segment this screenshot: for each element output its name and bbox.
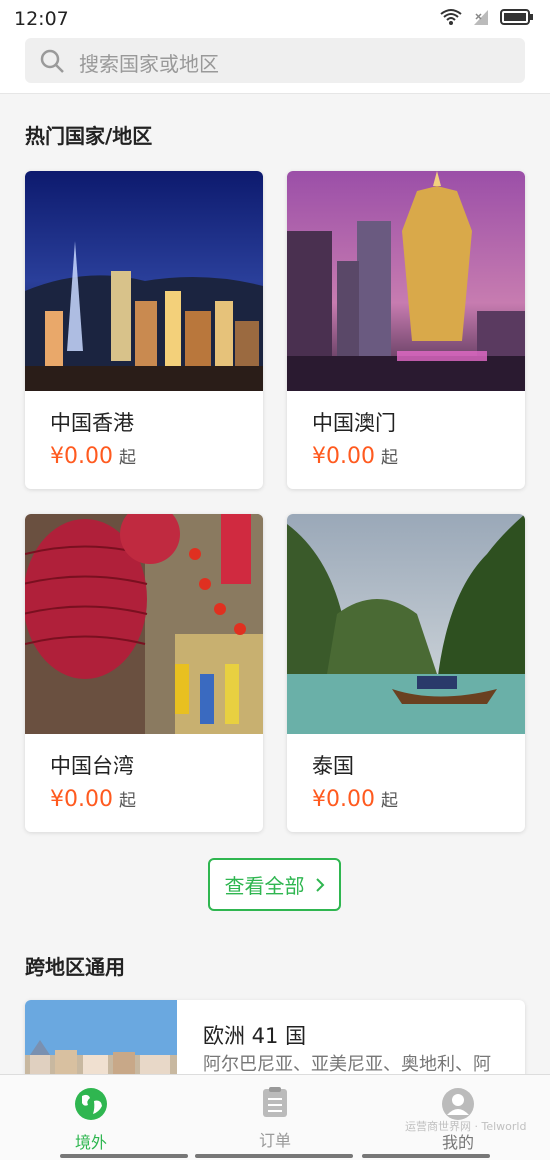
thailand-bay-image xyxy=(287,514,525,734)
destination-card-taiwan[interactable]: 中国台湾 ¥0.00 起 xyxy=(25,514,263,832)
destination-name: 中国香港 xyxy=(50,411,134,435)
view-all-label: 查看全部 xyxy=(224,874,305,898)
destination-price: ¥0.00 起 xyxy=(50,787,136,812)
tab-overseas[interactable]: 境外 xyxy=(31,1087,151,1153)
view-all-button[interactable]: 查看全部 xyxy=(208,858,341,911)
tab-label: 境外 xyxy=(74,1133,107,1152)
tab-orders[interactable]: 订单 xyxy=(215,1087,335,1151)
destination-name: 中国澳门 xyxy=(312,411,396,435)
destination-price: ¥0.00 起 xyxy=(312,444,398,469)
nav-indicator xyxy=(362,1154,490,1158)
destination-card-macau[interactable]: 中国澳门 ¥0.00 起 xyxy=(287,171,525,489)
macau-skyline-image xyxy=(287,171,525,391)
tab-label: 订单 xyxy=(258,1131,291,1150)
taiwan-lantern-image xyxy=(25,514,263,734)
destination-name: 泰国 xyxy=(312,754,354,778)
destination-name: 中国台湾 xyxy=(50,754,134,778)
order-list-icon xyxy=(263,1087,287,1117)
chevron-right-icon xyxy=(315,877,324,892)
globe-icon xyxy=(75,1088,107,1120)
region-title: 欧洲 41 国 xyxy=(203,1024,307,1048)
search-input[interactable]: 搜索国家或地区 xyxy=(25,38,525,83)
bottom-tab-bar: 境外 订单 我的 xyxy=(0,1074,550,1160)
status-icons xyxy=(440,8,534,26)
status-time: 12:07 xyxy=(14,8,69,30)
battery-icon xyxy=(500,9,533,25)
destination-card-thailand[interactable]: 泰国 ¥0.00 起 xyxy=(287,514,525,832)
nav-indicator xyxy=(60,1154,188,1158)
wifi-icon xyxy=(440,9,462,25)
watermark: 运营商世界网 · Telworld xyxy=(405,1120,527,1133)
hot-section-title: 热门国家/地区 xyxy=(25,124,153,148)
search-bar: 搜索国家或地区 xyxy=(0,38,550,94)
nav-indicator xyxy=(195,1154,353,1158)
signal-icon xyxy=(474,10,488,25)
cross-section-title: 跨地区通用 xyxy=(25,955,125,979)
destination-price: ¥0.00 起 xyxy=(312,787,398,812)
search-placeholder: 搜索国家或地区 xyxy=(79,52,219,76)
user-avatar-icon xyxy=(442,1088,474,1120)
status-bar: 12:07 xyxy=(0,0,550,38)
destination-price: ¥0.00 起 xyxy=(50,444,136,469)
search-icon xyxy=(40,49,64,73)
hongkong-skyline-image xyxy=(25,171,263,391)
region-description: 阿尔巴尼亚、亚美尼亚、奥地利、阿 xyxy=(203,1054,491,1075)
destination-card-hongkong[interactable]: 中国香港 ¥0.00 起 xyxy=(25,171,263,489)
